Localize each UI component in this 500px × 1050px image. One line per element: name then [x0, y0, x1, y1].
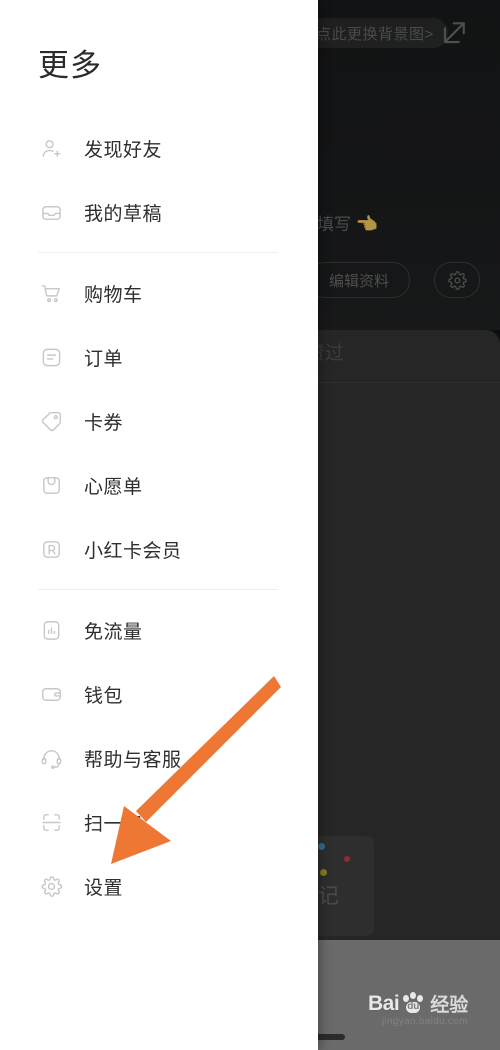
coupon-tag-icon [38, 408, 64, 434]
headset-icon [38, 745, 64, 771]
menu-item-label: 订单 [84, 348, 124, 370]
menu-item-free-data[interactable]: 免流量 [0, 598, 318, 662]
menu-item-discover-friends[interactable]: 发现好友 [0, 116, 318, 180]
phone-screenshot: 点此更换背景图> 处填写 👈 编辑资料 赞过 记 Bai du 经验 jingy… [0, 0, 500, 1050]
menu-divider [38, 252, 278, 253]
scan-icon [38, 809, 64, 835]
shopping-cart-icon [38, 280, 64, 306]
pointing-hand-icon: 👈 [355, 214, 379, 234]
more-menu-drawer: 更多 发现好友 我的草稿 购物车 订单 卡券 心愿单 小红卡会员 免流量 钱包 … [0, 0, 318, 1050]
wishlist-bag-icon [38, 472, 64, 498]
menu-item-label: 我的草稿 [84, 203, 163, 225]
menu-divider [38, 589, 278, 590]
menu-item-orders[interactable]: 订单 [0, 325, 318, 389]
page-title: 更多 [38, 48, 102, 83]
menu-item-wallet[interactable]: 钱包 [0, 662, 318, 726]
menu-list: 发现好友 我的草稿 购物车 订单 卡券 心愿单 小红卡会员 免流量 钱包 帮助与… [0, 116, 318, 918]
red-card-member-icon [38, 536, 64, 562]
note-card-label: 记 [318, 885, 339, 908]
edit-profile-button[interactable]: 编辑资料 [308, 262, 410, 298]
menu-item-settings[interactable]: 设置 [0, 854, 318, 918]
menu-item-coupons[interactable]: 卡券 [0, 389, 318, 453]
share-external-icon[interactable] [440, 17, 470, 47]
menu-item-label: 心愿单 [84, 476, 143, 498]
menu-item-help-and-service[interactable]: 帮助与客服 [0, 726, 318, 790]
menu-item-wishlist[interactable]: 心愿单 [0, 453, 318, 517]
inbox-icon [38, 199, 64, 225]
change-cover-label: 点此更换背景图> [316, 25, 434, 43]
menu-item-label: 购物车 [84, 284, 143, 306]
menu-item-label: 钱包 [84, 685, 124, 707]
edit-profile-label: 编辑资料 [328, 272, 389, 290]
data-free-icon [38, 617, 64, 643]
change-cover-button[interactable]: 点此更换背景图> [302, 18, 448, 48]
menu-item-label: 设置 [84, 877, 124, 899]
menu-item-label: 小红卡会员 [84, 540, 182, 562]
menu-item-my-drafts[interactable]: 我的草稿 [0, 180, 318, 244]
menu-item-shopping-cart[interactable]: 购物车 [0, 261, 318, 325]
user-plus-icon [38, 135, 64, 161]
menu-item-label: 免流量 [84, 621, 143, 643]
profile-settings-button[interactable] [434, 262, 480, 298]
order-list-icon [38, 344, 64, 370]
menu-item-red-card-member[interactable]: 小红卡会员 [0, 517, 318, 581]
menu-item-label: 帮助与客服 [84, 749, 182, 771]
menu-item-scan[interactable]: 扫一扫 [0, 790, 318, 854]
menu-item-label: 发现好友 [84, 139, 163, 161]
menu-item-label: 扫一扫 [84, 813, 143, 835]
menu-item-label: 卡券 [84, 412, 124, 434]
gear-icon [38, 873, 64, 899]
wallet-icon [38, 681, 64, 707]
